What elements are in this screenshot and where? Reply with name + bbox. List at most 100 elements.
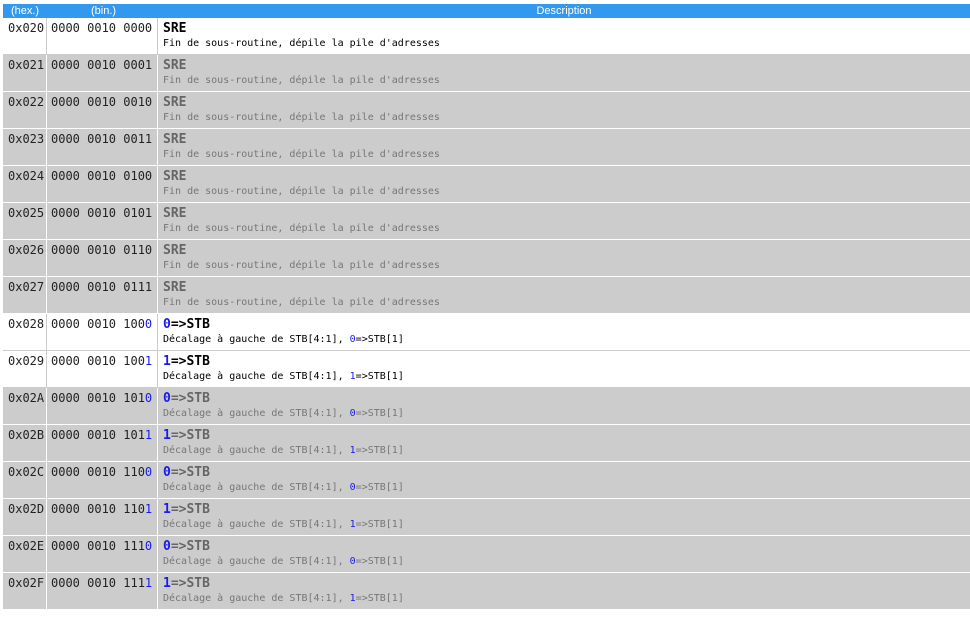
mnemonic-text: =>STB — [170, 354, 210, 369]
table-row: 0x029 0000 0010 100 1 1=>STB Décalage à gauc… — [3, 351, 970, 388]
mnemonic-text: =>STB — [170, 391, 210, 406]
bin-prefix: 0000 0010 110 — [51, 465, 145, 479]
mnemonic-text: SRE — [163, 243, 187, 258]
description-main: Décalage à gauche de STB[4:1], — [163, 482, 350, 493]
bin-prefix: 0000 0010 100 — [51, 354, 145, 368]
mnemonic-bit: 0 — [163, 465, 171, 480]
opcode-table: (hex.) (bin.) Description 0x020 0000 0010… — [3, 4, 970, 610]
table-header: (hex.) (bin.) Description — [3, 4, 970, 18]
description-cell: 1=>STB Décalage à gauche de STB[4:1], 1=>… — [158, 351, 970, 387]
bin-prefix: 0000 0010 101 — [51, 428, 145, 442]
bin-code: 0000 0010 1010 — [47, 388, 158, 424]
hex-code: 0x024 — [3, 166, 47, 202]
description-main: Décalage à gauche de STB[4:1], — [163, 371, 350, 382]
mnemonic-bit: 1 — [163, 502, 171, 517]
bin-prefix: 0000 0010 100 — [51, 317, 145, 331]
description-text: Décalage à gauche de STB[4:1], 0=>STB[1] — [163, 555, 970, 569]
hex-code: 0x027 — [3, 277, 47, 313]
hex-code: 0x02E — [3, 536, 47, 572]
description-text: Décalage à gauche de STB[4:1], 1=>STB[1] — [163, 370, 970, 384]
hex-code: 0x029 — [3, 351, 47, 387]
bin-code: 0000 0010 0100 — [47, 166, 158, 202]
description-tail: =>STB[1] — [355, 593, 404, 604]
description-main: Fin de sous-routine, dépile la pile d'ad… — [163, 38, 440, 49]
description-main: Fin de sous-routine, dépile la pile d'ad… — [163, 260, 440, 271]
table-row: 0x02C 0000 0010 1100 0=>STB Décalage à gauc… — [3, 462, 970, 499]
mnemonic-text: SRE — [163, 169, 187, 184]
mnemonic-bit: 0 — [163, 539, 171, 554]
bin-prefix: 0000 0010 0001 — [51, 58, 153, 72]
description-text: Décalage à gauche de STB[4:1], 1=>STB[1] — [163, 444, 970, 458]
description-text: Fin de sous-routine, dépile la pile d'ad… — [163, 74, 970, 88]
bin-code: 0000 0010 0110 — [47, 240, 158, 276]
mnemonic-bit: 1 — [163, 354, 171, 369]
bin-prefix: 0000 0010 0111 — [51, 280, 153, 294]
mnemonic: SRE — [163, 95, 970, 111]
description-cell: SRE Fin de sous-routine, dépile la pile d… — [158, 55, 970, 91]
mnemonic: 0=>STB — [163, 317, 970, 333]
description-cell: SRE Fin de sous-routine, dépile la pile d… — [158, 240, 970, 276]
mnemonic-text: =>STB — [170, 465, 210, 480]
mnemonic: 1=>STB — [163, 502, 970, 518]
table-row: 0x023 0000 0010 0011 SRE Fin de sous-routin… — [3, 129, 970, 166]
description-main: Fin de sous-routine, dépile la pile d'ad… — [163, 75, 440, 86]
mnemonic: SRE — [163, 132, 970, 148]
hex-code: 0x02D — [3, 499, 47, 535]
description-tail: =>STB[1] — [355, 371, 404, 382]
description-tail: =>STB[1] — [355, 334, 404, 345]
table-row: 0x028 0000 0010 1000 0=>STB Décalage à gauc… — [3, 314, 970, 351]
mnemonic-text: SRE — [163, 58, 187, 73]
mnemonic: 0=>STB — [163, 465, 970, 481]
description-main: Fin de sous-routine, dépile la pile d'ad… — [163, 112, 440, 123]
description-main: Décalage à gauche de STB[4:1], — [163, 334, 350, 345]
description-text: Décalage à gauche de STB[4:1], 1=>STB[1] — [163, 592, 970, 606]
bin-prefix: 0000 0010 0000 — [51, 21, 153, 35]
description-text: Fin de sous-routine, dépile la pile d'ad… — [163, 259, 970, 273]
description-cell: SRE Fin de sous-routine, dépile la pile d… — [158, 166, 970, 202]
description-text: Fin de sous-routine, dépile la pile d'ad… — [163, 296, 970, 310]
description-tail: =>STB[1] — [355, 408, 404, 419]
bin-prefix: 0000 0010 0101 — [51, 206, 153, 220]
description-main: Fin de sous-routine, dépile la pile d'ad… — [163, 149, 440, 160]
mnemonic-text: =>STB — [170, 576, 210, 591]
mnemonic: SRE — [163, 169, 970, 185]
description-tail: =>STB[1] — [355, 482, 404, 493]
bin-code: 0000 0010 1100 — [47, 462, 158, 498]
table-row: 0x02A 0000 0010 1010 0=>STB Décalage à gauc… — [3, 388, 970, 425]
description-main: Fin de sous-routine, dépile la pile d'ad… — [163, 186, 440, 197]
description-text: Décalage à gauche de STB[4:1], 0=>STB[1] — [163, 333, 970, 347]
bin-code: 0000 0010 0000 — [47, 18, 158, 54]
bin-code: 0000 0010 1111 — [47, 573, 158, 609]
bin-highlight-bit: 0 — [144, 391, 153, 405]
mnemonic: 0=>STB — [163, 539, 970, 555]
mnemonic-text: SRE — [163, 21, 187, 36]
hex-code: 0x02F — [3, 573, 47, 609]
mnemonic-text: SRE — [163, 95, 187, 110]
hex-code: 0x025 — [3, 203, 47, 239]
bin-prefix: 0000 0010 0100 — [51, 169, 153, 183]
mnemonic-text: SRE — [163, 206, 187, 221]
mnemonic-bit: 1 — [163, 428, 171, 443]
description-main: Fin de sous-routine, dépile la pile d'ad… — [163, 297, 440, 308]
description-text: Fin de sous-routine, dépile la pile d'ad… — [163, 111, 970, 125]
hex-code: 0x021 — [3, 55, 47, 91]
mnemonic-text: SRE — [163, 280, 187, 295]
table-row: 0x020 0000 0010 0000 SRE Fin de sous-routin… — [3, 18, 970, 55]
bin-highlight-bit: 0 — [144, 539, 153, 553]
description-tail: =>STB[1] — [355, 445, 404, 456]
table-row: 0x024 0000 0010 0100 SRE Fin de sous-routin… — [3, 166, 970, 203]
description-main: Décalage à gauche de STB[4:1], — [163, 408, 350, 419]
bin-prefix: 0000 0010 0010 — [51, 95, 153, 109]
hex-code: 0x020 — [3, 18, 47, 54]
bin-code: 0000 0010 0001 — [47, 55, 158, 91]
table-row: 0x02D 0000 0010 1101 1=>STB Décalage à gauc… — [3, 499, 970, 536]
bin-code: 0000 0010 0011 — [47, 129, 158, 165]
description-cell: 1=>STB Décalage à gauche de STB[4:1], 1=>… — [158, 499, 970, 535]
description-text: Décalage à gauche de STB[4:1], 1=>STB[1] — [163, 518, 970, 532]
description-cell: 0=>STB Décalage à gauche de STB[4:1], 0=>… — [158, 388, 970, 424]
mnemonic: SRE — [163, 243, 970, 259]
description-cell: SRE Fin de sous-routine, dépile la pile d… — [158, 92, 970, 128]
description-tail: =>STB[1] — [355, 556, 404, 567]
hex-code: 0x028 — [3, 314, 47, 350]
description-text: Fin de sous-routine, dépile la pile d'ad… — [163, 222, 970, 236]
